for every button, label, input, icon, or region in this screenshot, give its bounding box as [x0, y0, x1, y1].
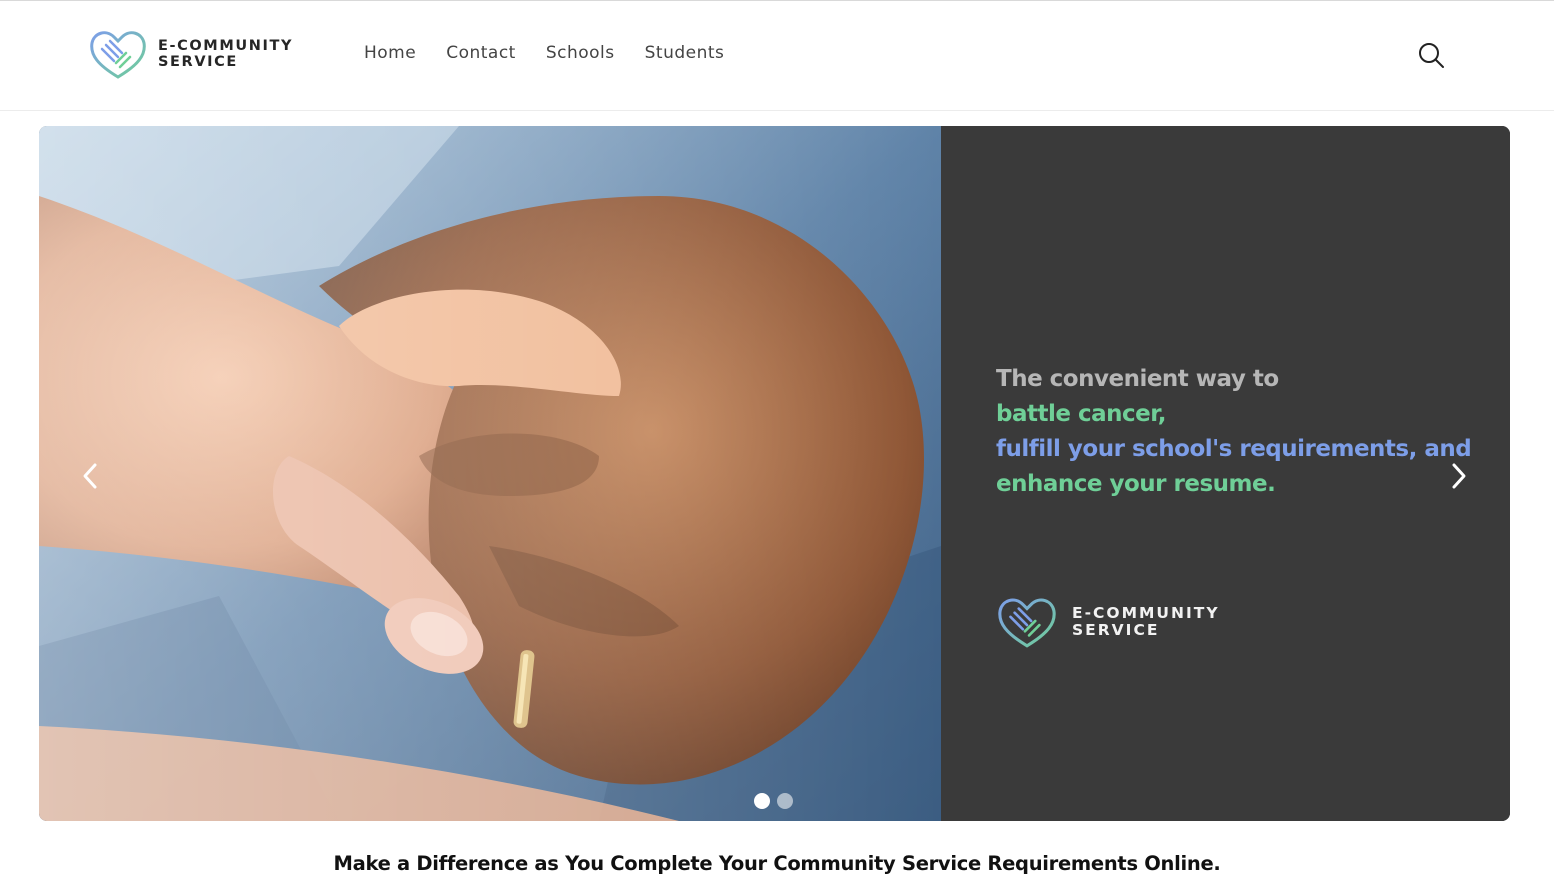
carousel-next-button[interactable] — [1444, 456, 1474, 496]
tagline-line-4: enhance your resume. — [996, 471, 1276, 497]
panel-logo-wordmark: E-COMMUNITY SERVICE — [1072, 605, 1220, 639]
panel-logo-line-2: SERVICE — [1072, 621, 1160, 639]
page-headline: Make a Difference as You Complete Your C… — [333, 852, 1221, 875]
logo-line-2: SERVICE — [158, 54, 238, 70]
hero-text-panel: The convenient way to battle cancer, ful… — [941, 126, 1510, 821]
main-nav: Home Contact Schools Students — [364, 43, 754, 63]
carousel-dot-1[interactable] — [754, 793, 770, 809]
hero-tagline: The convenient way to battle cancer, ful… — [996, 362, 1496, 502]
search-button[interactable] — [1415, 39, 1447, 71]
hero-carousel: The convenient way to battle cancer, ful… — [39, 126, 1510, 821]
site-header: E-COMMUNITY SERVICE Home Contact Schools… — [0, 1, 1554, 111]
carousel-prev-button[interactable] — [75, 456, 105, 496]
tagline-line-2: battle cancer, — [996, 401, 1166, 427]
logo-wordmark: E-COMMUNITY SERVICE — [158, 38, 293, 70]
nav-home[interactable]: Home — [364, 43, 416, 63]
chevron-left-icon — [83, 463, 97, 489]
nav-students[interactable]: Students — [645, 43, 725, 63]
heart-hands-logo-icon — [998, 598, 1056, 648]
panel-logo-line-1: E-COMMUNITY — [1072, 604, 1220, 622]
chevron-right-icon — [1452, 463, 1466, 489]
carousel-dot-2[interactable] — [777, 793, 793, 809]
hands-photo — [39, 126, 941, 821]
heart-hands-logo-icon — [90, 31, 146, 79]
search-icon — [1419, 43, 1444, 68]
site-logo[interactable]: E-COMMUNITY SERVICE — [88, 27, 293, 81]
nav-schools[interactable]: Schools — [546, 43, 615, 63]
panel-logo: E-COMMUNITY SERVICE — [996, 594, 1220, 650]
tagline-line-1: The convenient way to — [996, 366, 1279, 392]
tagline-line-3: fulfill your school's requirements, and — [996, 436, 1472, 462]
nav-contact[interactable]: Contact — [446, 43, 516, 63]
hero-photo-holding-hands — [39, 126, 941, 821]
logo-line-1: E-COMMUNITY — [158, 38, 294, 54]
carousel-indicators — [754, 793, 800, 809]
